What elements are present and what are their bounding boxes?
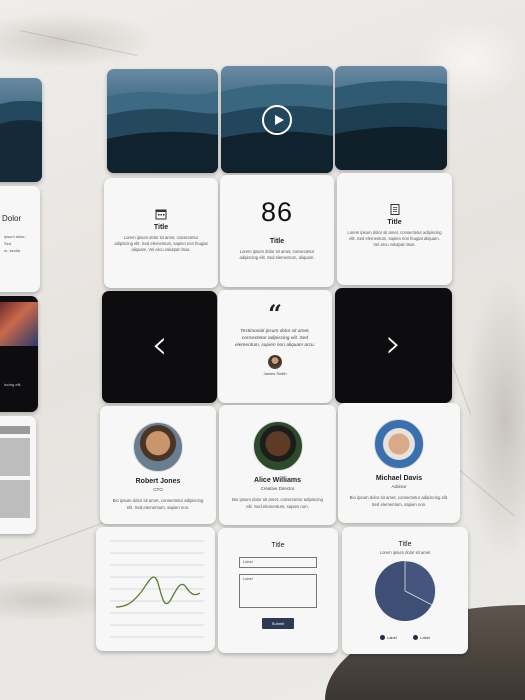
info-card: Title Lorem ipsum dolor sit amet, consec…	[104, 178, 218, 288]
mountain-image-card	[335, 66, 447, 170]
chevron-right-icon[interactable]: ›	[386, 324, 402, 364]
legend-item: Label	[413, 635, 430, 640]
partial-snippet: Sed	[4, 241, 12, 246]
partial-mountain-card	[0, 78, 42, 182]
profile-card: Alice Williams Creative Director Bio ips…	[219, 405, 336, 525]
profile-card: Robert Jones CTO Bio ipsum dolor sit ame…	[100, 406, 216, 524]
testimonial-text: Testimonial ipsum dolor sit amet, consec…	[235, 329, 315, 348]
profile-card: Michael Davis Advisor Bio ipsum dolor si…	[338, 403, 460, 523]
card-body: Lorem ipsum dolor sit amet, consectetur …	[239, 249, 315, 260]
series-line	[115, 576, 201, 608]
partial-title: Dolor	[2, 214, 22, 223]
partial-photo	[0, 302, 38, 346]
avatar	[374, 419, 424, 469]
card-body: Lorem ipsum dolor sit amet, consectetur …	[114, 235, 208, 252]
profile-bio: Bio ipsum dolor sit amet, consectetur ad…	[349, 495, 449, 507]
textarea-input[interactable]: Label	[239, 574, 317, 608]
chevron-left-icon[interactable]: ‹	[152, 325, 168, 365]
legend-item: Label	[379, 635, 397, 640]
avatar	[252, 421, 303, 471]
profile-name: Michael Davis	[375, 475, 423, 482]
form-card: Title Label Label Submit	[218, 528, 338, 653]
avatar	[268, 355, 282, 369]
partial-snippet: iscing elit.	[4, 382, 22, 387]
form-title: Title	[271, 542, 285, 549]
mountain-image-card	[107, 69, 218, 173]
profile-bio: Bio ipsum dolor sit amet, consectetur ad…	[112, 498, 204, 510]
avatar	[133, 422, 183, 472]
pie-chart-card: Title Lorem ipsum dolor sit amet Label L…	[342, 527, 468, 654]
line-chart	[110, 540, 204, 638]
line-chart-card	[96, 527, 215, 651]
pie-subtitle: Lorem ipsum dolor sit amet	[379, 550, 431, 555]
partial-snippet: m, sectia	[4, 248, 21, 253]
pie-chart	[375, 560, 436, 621]
stat-card: 86 Title Lorem ipsum dolor sit amet, con…	[220, 175, 334, 287]
testimonial-card: “ Testimonial ipsum dolor sit amet, cons…	[218, 290, 332, 403]
calendar-icon	[155, 209, 167, 220]
profile-bio: Bio ipsum dolor sit amet, consectetur ad…	[232, 497, 323, 509]
info-card: Title Lorem ipsum dolor sit amet, consec…	[337, 173, 452, 285]
profile-name: Robert Jones	[135, 478, 181, 485]
card-title: Title	[153, 224, 169, 231]
testimonial-name: James Smith	[263, 371, 287, 376]
quote-icon: “	[268, 299, 282, 328]
partial-dark-card: iscing elit.	[0, 296, 38, 412]
partial-wireframe-card	[0, 416, 36, 534]
card-title: Title	[387, 219, 402, 226]
text-input[interactable]: Label	[239, 557, 317, 568]
card-title: Title	[269, 238, 285, 245]
card-body: Lorem ipsum dolor sit amet, consectetur …	[347, 230, 442, 247]
next-nav-card[interactable]: ›	[335, 288, 452, 403]
profile-name: Alice Williams	[253, 477, 301, 484]
partial-snippet: ipsum dolor,	[4, 234, 26, 239]
video-card[interactable]	[221, 66, 333, 173]
stat-number: 86	[260, 197, 294, 227]
prev-nav-card[interactable]: ‹	[102, 291, 217, 403]
notepad-icon	[390, 204, 399, 215]
pie-title: Title	[398, 541, 412, 548]
submit-button[interactable]: Submit	[261, 618, 295, 629]
play-icon[interactable]	[262, 104, 292, 135]
partial-dolor-card: Dolor ipsum dolor, Sed m, sectia	[0, 186, 40, 292]
